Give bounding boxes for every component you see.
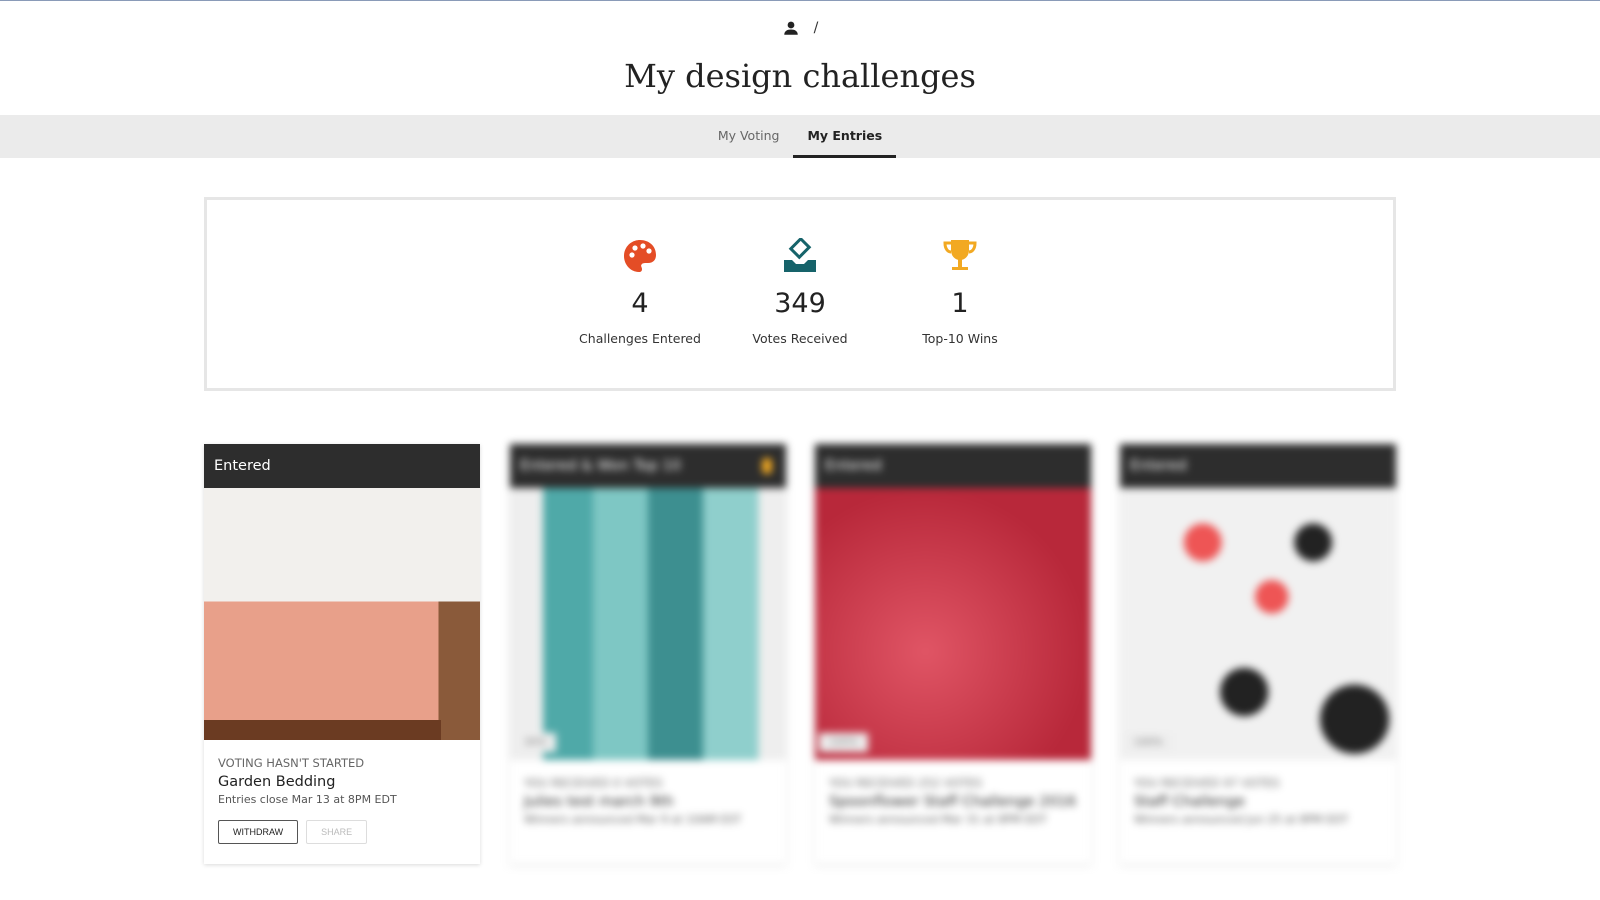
withdraw-button[interactable]: WITHDRAW: [218, 820, 299, 844]
tab-my-voting[interactable]: My Voting: [704, 115, 794, 158]
breadcrumb: /: [0, 19, 1600, 37]
design-image[interactable]: 100%: [1120, 488, 1396, 760]
score-tag: 100%: [819, 733, 868, 752]
ballot-box-icon: [784, 236, 816, 272]
header: / My design challenges: [0, 1, 1600, 115]
card-header: Entered: [815, 444, 1091, 488]
stat-value: 4: [631, 288, 649, 319]
votes-status: YOU RECEIVED 97 VOTES: [1134, 776, 1280, 790]
votes-status: YOU RECEIVED 252 VOTES: [829, 776, 983, 790]
challenge-title[interactable]: Julies test march 9th: [524, 794, 772, 810]
score-tag: 30%: [514, 733, 557, 752]
design-image[interactable]: 100%: [815, 488, 1091, 760]
tab-my-entries[interactable]: My Entries: [793, 115, 897, 158]
card-header-label: Entered & Won Top 10: [520, 458, 681, 474]
score-tag: 100%: [1124, 733, 1173, 752]
stat-votes-received: 349 Votes Received: [720, 200, 880, 388]
stat-challenges-entered: 4 Challenges Entered: [560, 200, 720, 388]
breadcrumb-separator: /: [813, 20, 819, 36]
trophy-icon: [943, 240, 977, 270]
tab-bar: My Voting My Entries: [0, 115, 1600, 158]
stat-label: Top-10 Wins: [922, 331, 998, 346]
stats-panel: 4 Challenges Entered 349 Votes Received …: [204, 197, 1396, 391]
stat-value: 349: [774, 288, 826, 319]
stat-label: Votes Received: [752, 331, 848, 346]
voting-status: VOTING HASN'T STARTED: [218, 756, 365, 770]
entry-card[interactable]: Entered 100% YOU RECEIVED 97 VOTES Staff…: [1120, 444, 1396, 864]
challenge-title[interactable]: Garden Bedding: [218, 774, 466, 790]
design-image[interactable]: [204, 488, 480, 740]
entry-card[interactable]: Entered & Won Top 10 30% YOU RECEIVED 0 …: [510, 444, 786, 864]
entry-card[interactable]: Entered 100% YOU RECEIVED 252 VOTES Spoo…: [815, 444, 1091, 864]
page-title: My design challenges: [624, 57, 976, 95]
challenge-deadline: Winners announced Mar 9 at 10AM EST: [524, 813, 742, 826]
challenge-deadline: Winners announced Mar 31 at 8PM EDT: [829, 813, 1047, 826]
share-button[interactable]: SHARE: [306, 820, 368, 844]
challenge-title[interactable]: Staff Challenge: [1134, 794, 1382, 810]
challenge-title[interactable]: Spoonflower Staff Challenge 2016: [829, 794, 1077, 810]
challenge-deadline: Winners announced Jun 25 at 8PM EDT: [1134, 813, 1349, 826]
stat-label: Challenges Entered: [579, 331, 701, 346]
stat-value: 1: [951, 288, 969, 319]
votes-status: YOU RECEIVED 0 VOTES: [524, 776, 663, 790]
user-icon[interactable]: [782, 19, 800, 37]
palette-icon: [624, 240, 656, 272]
card-header: Entered & Won Top 10: [510, 444, 786, 488]
stat-top10-wins: 1 Top-10 Wins: [880, 200, 1040, 388]
design-image[interactable]: 30%: [510, 488, 786, 760]
entry-card[interactable]: Entered VOTING HASN'T STARTED Garden Bed…: [204, 444, 480, 864]
trophy-icon: [762, 458, 772, 474]
challenge-deadline: Entries close Mar 13 at 8PM EDT: [218, 793, 397, 806]
card-header: Entered: [204, 444, 480, 488]
card-header: Entered: [1120, 444, 1396, 488]
